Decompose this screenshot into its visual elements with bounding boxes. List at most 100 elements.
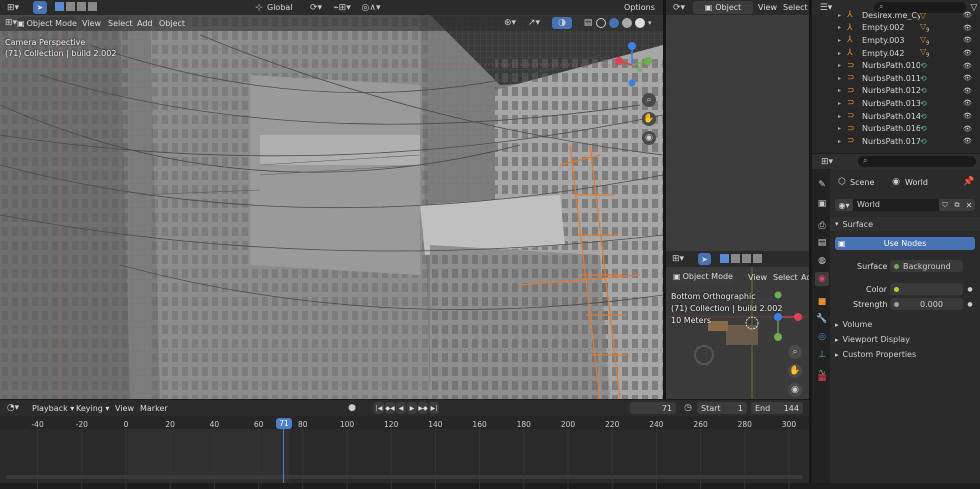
expand-arrow-icon[interactable]: ▸ <box>838 125 841 132</box>
rendered-shading-icon[interactable] <box>635 18 645 28</box>
strength-keyframe-dot[interactable]: ● <box>965 299 975 309</box>
play-reverse-icon[interactable]: ◀ <box>396 402 406 414</box>
shading-mode-buttons[interactable]: ▾ <box>596 17 658 29</box>
unlink-world-icon[interactable]: ✕ <box>963 199 975 211</box>
physics-tab-icon[interactable]: ◎ <box>815 330 829 344</box>
menu-object[interactable]: Object <box>159 19 185 28</box>
view-layer-tab-icon[interactable]: ▤ <box>815 236 829 250</box>
frame-ruler[interactable] <box>0 416 809 429</box>
ortho-mode-dropdown[interactable]: ▣ Object Mode <box>672 270 734 283</box>
visibility-eye-icon[interactable]: 👁 <box>963 11 972 19</box>
tool-tab-icon[interactable]: ✎ <box>815 178 829 192</box>
properties-search-input[interactable]: ⌕ <box>858 156 976 167</box>
next-keyframe-icon[interactable]: ▶◆ <box>418 402 428 414</box>
wireframe-shading-icon[interactable] <box>596 18 606 28</box>
preview-range-icon[interactable]: ◷ <box>682 402 694 414</box>
object-tab-icon[interactable]: ■ <box>815 295 829 309</box>
solid-shading-icon[interactable] <box>609 18 619 28</box>
xray-toggle-icon[interactable]: ▤ <box>582 17 594 29</box>
ortho-menu-select[interactable]: Select <box>773 273 798 282</box>
ortho-navigation-gizmo[interactable] <box>766 309 806 343</box>
timeline-menu-view[interactable]: View <box>115 404 134 413</box>
expand-arrow-icon[interactable]: ▸ <box>838 75 841 82</box>
frame-start-field[interactable]: Start 1 <box>697 402 747 414</box>
pivot-point-icon[interactable]: ⟳▾ <box>306 1 326 14</box>
overlay-toggle-icon[interactable]: ◑ <box>552 17 572 29</box>
menu-add[interactable]: Add <box>137 19 153 28</box>
timeline-scrollbar[interactable] <box>6 475 803 479</box>
playhead-frame-indicator[interactable]: 71 <box>276 418 292 429</box>
material-shading-icon[interactable] <box>622 18 632 28</box>
custom-properties-panel-header[interactable]: ▸ Custom Properties <box>830 348 980 361</box>
timeline-editor-type-icon[interactable]: ◔▾ <box>4 402 22 414</box>
expand-arrow-icon[interactable]: ▸ <box>838 113 841 120</box>
render-tab-icon[interactable]: ▣ <box>815 197 829 211</box>
secondary-mode-dropdown[interactable]: ▣ Object <box>693 1 753 14</box>
ortho-pan-icon[interactable]: ✋ <box>788 364 802 378</box>
options-dropdown[interactable]: Options <box>620 1 659 14</box>
transform-orientation-icon[interactable]: ⊹ <box>253 1 265 14</box>
expand-arrow-icon[interactable]: ▸ <box>838 37 841 44</box>
expand-arrow-icon[interactable]: ▸ <box>838 138 841 145</box>
outliner-item[interactable]: ▸ ⊃ NurbsPath.017 ⟲ 👁 <box>838 135 972 148</box>
pan-hand-icon[interactable]: ✋ <box>642 112 656 126</box>
world-tab-icon[interactable]: ◉ <box>815 272 829 286</box>
menu-view[interactable]: View <box>82 19 101 28</box>
strength-field[interactable]: 0.000 <box>890 298 963 310</box>
scene-breadcrumb[interactable]: Scene <box>850 178 874 187</box>
pin-icon[interactable]: 📌 <box>963 177 975 187</box>
main-viewport[interactable]: Camera Perspective (71) Collection | bui… <box>0 15 663 399</box>
outliner-item[interactable]: ▸ ⊃ NurbsPath.010 ⟲ 👁 <box>838 59 972 72</box>
secondary-menu-select[interactable]: Select <box>783 3 808 12</box>
visibility-eye-icon[interactable]: 👁 <box>963 62 972 70</box>
visibility-eye-icon[interactable]: 👁 <box>963 74 972 82</box>
ortho-zoom-icon[interactable]: ⌕ <box>788 345 802 359</box>
camera-view-icon[interactable]: ◉ <box>642 131 656 145</box>
ortho-camera-icon[interactable]: ◉ <box>788 383 802 397</box>
outliner-item[interactable]: ▸ ⅄ Empty.003 ▽9 👁 <box>838 34 972 47</box>
timeline-menu-keying[interactable]: Keying ▾ <box>76 404 109 413</box>
frame-end-field[interactable]: End 144 <box>751 402 803 414</box>
visibility-eye-icon[interactable]: 👁 <box>963 125 972 133</box>
outliner-item[interactable]: ▸ ⅄ Desirex.me_CyberProp_L▽ 👁 <box>838 9 972 22</box>
visibility-eye-icon[interactable]: 👁 <box>963 36 972 44</box>
properties-editor-type-icon[interactable]: ⊞▾ <box>817 155 837 168</box>
prev-keyframe-icon[interactable]: ◆◀ <box>385 402 395 414</box>
scene-tab-icon[interactable]: ◍ <box>815 254 829 268</box>
visibility-eye-icon[interactable]: 👁 <box>963 99 972 107</box>
world-browse-icon[interactable]: ◉▾ <box>835 199 853 211</box>
ortho-menu-view[interactable]: View <box>748 273 767 282</box>
visibility-dropdown-icon[interactable]: ⊛▾ <box>500 17 520 29</box>
jump-end-icon[interactable]: ▶| <box>429 402 439 414</box>
ortho-select-tool-icon[interactable]: ➤ <box>698 253 711 265</box>
outliner-item[interactable]: ▸ ⊃ NurbsPath.012 ⟲ 👁 <box>838 85 972 98</box>
shading-options-icon[interactable]: ▾ <box>648 19 652 27</box>
texture-tab-icon[interactable]: ▦ <box>815 371 829 385</box>
expand-arrow-icon[interactable]: ▸ <box>838 100 841 107</box>
gizmo-toggle-icon[interactable]: ↗▾ <box>524 17 544 29</box>
use-nodes-button[interactable]: ▣ Use Nodes <box>835 237 975 250</box>
transform-orientation-dropdown[interactable]: Global <box>267 3 293 12</box>
expand-arrow-icon[interactable]: ▸ <box>838 87 841 94</box>
color-field[interactable] <box>890 283 963 295</box>
zoom-icon[interactable]: ⌕ <box>642 93 656 107</box>
visibility-eye-icon[interactable]: 👁 <box>963 24 972 32</box>
record-icon[interactable]: ● <box>346 402 358 414</box>
select-tool-icon[interactable]: ➤ <box>33 1 47 14</box>
selection-mode-buttons[interactable] <box>55 2 105 13</box>
viewport-display-panel-header[interactable]: ▸ Viewport Display <box>830 333 980 346</box>
ortho-editor-type-icon[interactable]: ⊞▾ <box>669 253 687 265</box>
new-world-icon[interactable]: ⧉ <box>951 199 963 211</box>
jump-start-icon[interactable]: |◀ <box>374 402 384 414</box>
constraint-tab-icon[interactable]: ⊥ <box>815 348 829 362</box>
outliner-item[interactable]: ▸ ⊃ NurbsPath.016 ⟲ 👁 <box>838 122 972 135</box>
current-frame-field[interactable]: 71 <box>630 402 676 414</box>
secondary-menu-view[interactable]: View <box>758 3 777 12</box>
output-tab-icon[interactable]: ⎙ <box>815 219 829 233</box>
timeline-menu-marker[interactable]: Marker <box>140 404 168 413</box>
visibility-eye-icon[interactable]: 👁 <box>963 112 972 120</box>
timeline-menu-playback[interactable]: Playback ▾ <box>32 404 74 413</box>
outliner-item[interactable]: ▸ ⅄ Empty.042 ▽9 👁 <box>838 47 972 60</box>
volume-panel-header[interactable]: ▸ Volume <box>830 318 980 331</box>
color-keyframe-dot[interactable]: ● <box>965 284 975 294</box>
